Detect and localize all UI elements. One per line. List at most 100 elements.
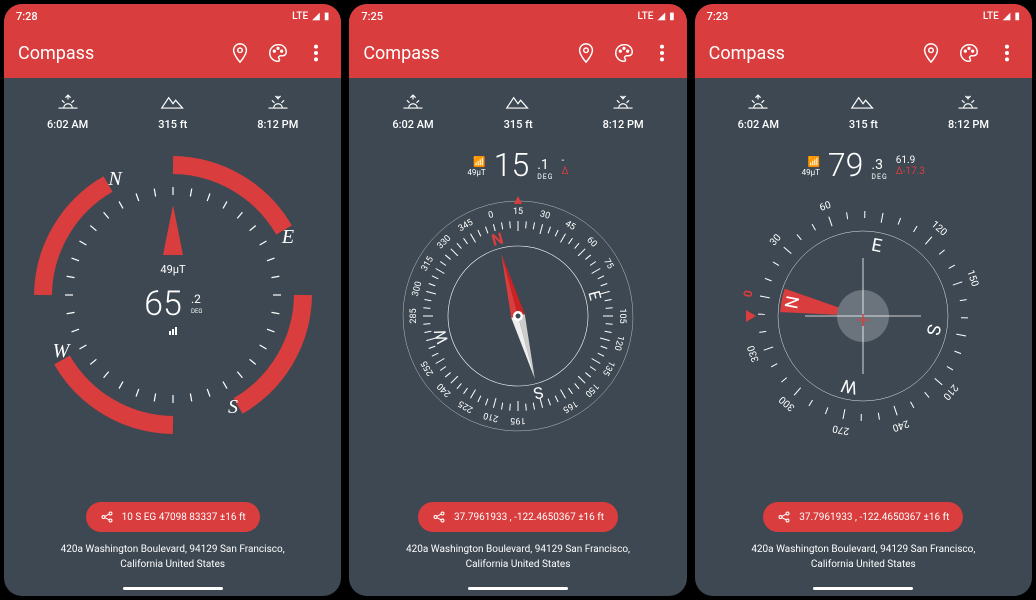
info-row: 6:02 AM 315 ft 8:12 PM (349, 78, 686, 141)
coordinates-pill[interactable]: 37.7961933 , -122.4650367 ±16 ft (418, 502, 618, 532)
app-bar: Compass (695, 28, 1032, 78)
overflow-icon[interactable] (996, 42, 1018, 64)
phone-screen-2: 7:25 LTE◢▮ Compass 6:02 AM 315 ft 8:12 P… (349, 4, 686, 596)
share-icon (432, 510, 446, 524)
svg-text:N: N (107, 168, 123, 190)
svg-text:30: 30 (768, 232, 784, 248)
location-icon[interactable] (920, 42, 942, 64)
status-time: 7:28 (16, 10, 38, 23)
coordinates-pill[interactable]: 10 S EG 47098 83337 ±16 ft (86, 502, 260, 532)
svg-text:150: 150 (965, 269, 981, 289)
share-icon (100, 510, 114, 524)
sunrise-info: 6:02 AM (392, 92, 433, 131)
svg-text:300: 300 (411, 280, 425, 297)
app-bar: Compass (4, 28, 341, 78)
svg-text:30: 30 (539, 209, 551, 221)
heading-display: 📶49μT 79 .3DEG 61.9Δ-17.3 (802, 149, 925, 181)
status-time: 7:25 (361, 10, 383, 23)
svg-text:E: E (870, 235, 884, 258)
svg-text:S: S (922, 322, 945, 337)
compass-area[interactable]: 📶49μT 79 .3DEG 61.9Δ-17.3 30601201502102… (695, 141, 1032, 502)
altitude-info: 315 ft (504, 92, 533, 131)
compass-area[interactable]: E S W N 49μT 65 .2 DEG (4, 141, 341, 502)
compass-dial-style-3: 3060120150210240270300330 0 N E S W (728, 181, 998, 451)
info-row: 6:02 AM 315 ft 8:12 PM (695, 78, 1032, 141)
heading-display: 📶49μT 15 .1DEG -Δ (467, 149, 568, 181)
status-time: 7:23 (707, 10, 729, 23)
app-bar: Compass (349, 28, 686, 78)
app-title: Compass (709, 43, 920, 64)
nav-handle[interactable] (123, 587, 223, 590)
palette-icon[interactable] (613, 42, 635, 64)
bottom-area: 37.7961933 , -122.4650367 ±16 ft 420a Wa… (695, 502, 1032, 596)
svg-text:S: S (228, 396, 238, 418)
compass-area[interactable]: 📶49μT 15 .1DEG -Δ 0153045607510512013515… (349, 141, 686, 502)
svg-text:W: W (840, 374, 860, 398)
svg-text:255: 255 (420, 359, 436, 377)
battery-icon: ▮ (324, 11, 330, 22)
svg-text:E: E (281, 226, 294, 248)
location-icon[interactable] (229, 42, 251, 64)
battery-icon: ▮ (1014, 11, 1020, 22)
svg-text:S: S (532, 382, 546, 403)
svg-text:49μT: 49μT (160, 263, 186, 276)
svg-text:330: 330 (746, 343, 762, 363)
svg-text:165: 165 (561, 398, 579, 414)
nav-handle[interactable] (468, 587, 568, 590)
svg-text:120: 120 (612, 334, 626, 351)
svg-text:135: 135 (600, 359, 616, 377)
altitude-info: 315 ft (849, 92, 878, 131)
svg-text:W: W (52, 340, 71, 362)
svg-text:75: 75 (601, 257, 615, 271)
compass-dial-style-2: 0153045607510512013515016519521022524025… (383, 181, 653, 451)
address-text: 420a Washington Boulevard, 94129 San Fra… (406, 542, 630, 572)
bottom-area: 10 S EG 47098 83337 ±16 ft 420a Washingt… (4, 502, 341, 596)
sunset-info: 8:12 PM (603, 92, 644, 131)
location-icon[interactable] (575, 42, 597, 64)
svg-text:345: 345 (457, 218, 475, 234)
svg-text:195: 195 (510, 415, 525, 425)
svg-text:65: 65 (144, 284, 182, 324)
sunset-info: 8:12 PM (257, 92, 298, 131)
svg-text:240: 240 (436, 381, 454, 399)
svg-text:240: 240 (891, 417, 911, 433)
compass-dial-style-1: E S W N 49μT 65 .2 DEG (23, 145, 323, 445)
status-bar: 7:28 LTE ◢ ▮ (4, 4, 341, 28)
svg-text:300: 300 (777, 393, 797, 413)
battery-icon: ▮ (669, 11, 675, 22)
svg-text:210: 210 (941, 382, 961, 402)
phone-screen-1: 7:28 LTE ◢ ▮ Compass 6:02 AM 315 ft 8:12… (4, 4, 341, 596)
signal-icon: ◢ (1003, 11, 1011, 22)
svg-text:45: 45 (563, 219, 577, 233)
svg-text:N: N (489, 229, 505, 250)
overflow-icon[interactable] (651, 42, 673, 64)
svg-text:225: 225 (457, 398, 475, 414)
svg-text:0: 0 (741, 289, 756, 299)
share-icon (777, 510, 791, 524)
overflow-icon[interactable] (305, 42, 327, 64)
sunset-info: 8:12 PM (948, 92, 989, 131)
address-text: 420a Washington Boulevard, 94129 San Fra… (61, 542, 285, 572)
status-indicators: LTE◢▮ (638, 11, 675, 22)
svg-text:.2: .2 (191, 292, 201, 306)
signal-icon: ◢ (657, 11, 665, 22)
svg-text:285: 285 (409, 308, 419, 323)
svg-text:105: 105 (617, 308, 627, 323)
coordinates-pill[interactable]: 37.7961933 , -122.4650367 ±16 ft (763, 502, 963, 532)
app-title: Compass (363, 43, 574, 64)
palette-icon[interactable] (958, 42, 980, 64)
phone-screen-3: 7:23 LTE◢▮ Compass 6:02 AM 315 ft 8:12 P… (695, 4, 1032, 596)
palette-icon[interactable] (267, 42, 289, 64)
altitude-info: 315 ft (158, 92, 187, 131)
app-title: Compass (18, 43, 229, 64)
svg-text:330: 330 (436, 234, 454, 252)
signal-icon: ◢ (312, 11, 320, 22)
status-indicators: LTE ◢ ▮ (292, 11, 329, 22)
svg-text:270: 270 (832, 422, 851, 436)
svg-text:15: 15 (513, 207, 523, 217)
address-text: 420a Washington Boulevard, 94129 San Fra… (751, 542, 975, 572)
sunrise-info: 6:02 AM (738, 92, 779, 131)
svg-text:60: 60 (819, 200, 834, 214)
svg-text:E: E (584, 289, 605, 303)
nav-handle[interactable] (813, 587, 913, 590)
